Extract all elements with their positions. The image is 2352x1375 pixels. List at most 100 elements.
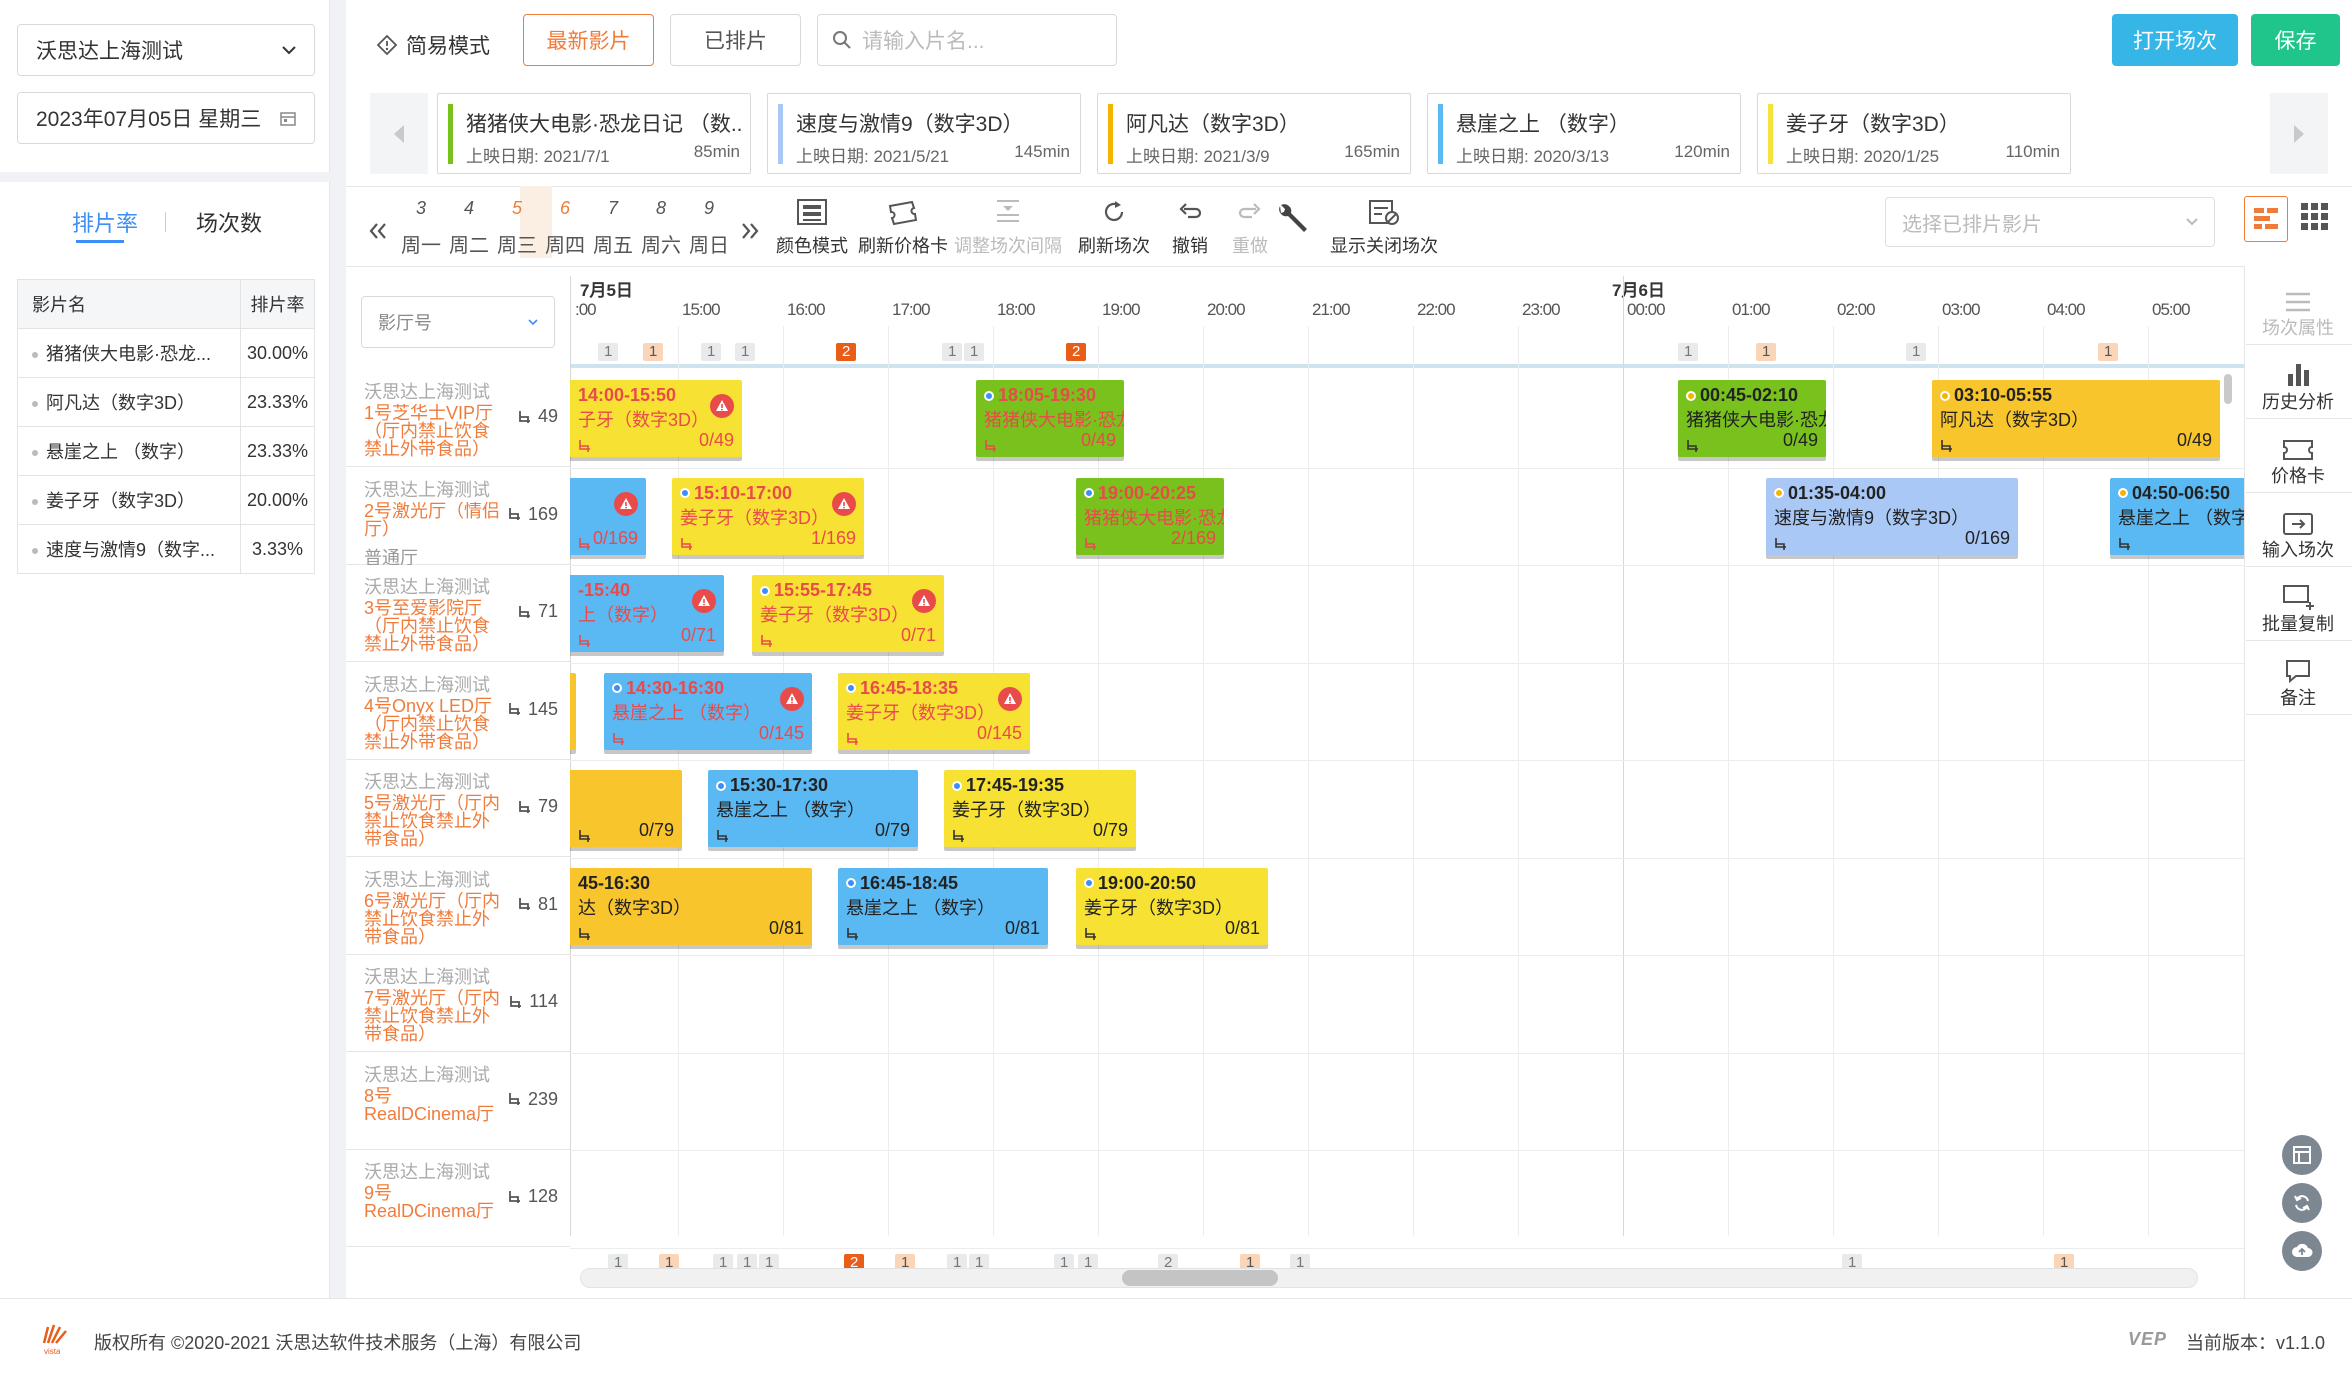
history-analysis-item[interactable]: 历史分析 [2244, 350, 2352, 414]
footer: vista 版权所有 ©2020-2021 沃思达软件技术服务（上海）有限公司 … [0, 1298, 2352, 1375]
hall-name[interactable]: 7号激光厅（厅内禁止饮食禁止外带食品） [364, 989, 504, 1047]
hall-name[interactable]: 6号激光厅（厅内禁止饮食禁止外带食品） [364, 892, 504, 950]
session-attr-item[interactable]: 场次属性 [2244, 276, 2352, 340]
hall-name[interactable]: 9号RealDCinema厅 [364, 1184, 504, 1242]
time-label: 17:00 [892, 300, 931, 319]
session-block[interactable] [570, 672, 576, 750]
carousel-prev-button[interactable] [370, 93, 428, 174]
day-5[interactable]: 5 周三 [493, 198, 541, 258]
layout-button[interactable] [2282, 1135, 2322, 1175]
day-7[interactable]: 7 周五 [589, 198, 637, 258]
seat-icon [612, 730, 626, 745]
wrench-icon[interactable] [1274, 202, 1310, 238]
batch-copy-item[interactable]: 批量复制 [2244, 572, 2352, 636]
latest-movies-button[interactable]: 最新影片 [523, 14, 654, 66]
session-block[interactable]: 19:00-20:25 猪猪侠大电影·恐龙 2/169 [1076, 477, 1224, 555]
session-block[interactable]: 01:35-04:00 速度与激情9（数字3D） 0/169 [1766, 477, 2018, 555]
time-label: 15:00 [682, 300, 721, 319]
refresh-session-tool[interactable]: 刷新场次 [1078, 192, 1150, 258]
session-block[interactable]: 15:55-17:45 姜子牙（数字3D） 0/71 [752, 575, 944, 652]
redo-tool[interactable]: 重做 [1232, 192, 1268, 258]
remark-item[interactable]: 备注 [2244, 646, 2352, 710]
adjust-gap-tool[interactable]: 调整场次间隔 [954, 192, 1062, 258]
color-mode-tool[interactable]: 颜色模式 [776, 192, 848, 258]
movie-card[interactable]: 悬崖之上 （数字） 上映日期: 2020/3/13 120min [1427, 93, 1741, 174]
session-movie: 姜子牙（数字3D） [846, 702, 996, 723]
session-block[interactable]: 16:45-18:45 悬崖之上 （数字） 0/81 [838, 867, 1048, 945]
hall-name[interactable]: 1号芝华士VIP厅（厅内禁止饮食禁止外带食品） [364, 404, 504, 462]
hall-filter-select[interactable]: 影厅号 [361, 296, 555, 348]
col-movie-name: 影片名 [17, 279, 241, 329]
session-block[interactable]: 03:10-05:55 阿凡达（数字3D） 0/49 [1932, 380, 2220, 457]
next-week-icon[interactable] [740, 222, 760, 240]
grid-row [570, 565, 2246, 566]
session-block[interactable]: 19:00-20:50 姜子牙（数字3D） 0/81 [1076, 867, 1268, 945]
price-card-item[interactable]: 价格卡 [2244, 424, 2352, 488]
day-6[interactable]: 6 周四 [541, 198, 589, 258]
day-9[interactable]: 9 周日 [685, 198, 733, 258]
session-block[interactable]: 15:30-17:30 悬崖之上 （数字） 0/79 [708, 770, 918, 847]
session-count-badge: 1 [598, 343, 619, 361]
scheduled-button[interactable]: 已排片 [670, 14, 801, 66]
hall-seat-count: 49 [537, 406, 558, 426]
session-block[interactable]: -15:40 上（数字） 0/71 [570, 575, 724, 652]
session-block[interactable]: 00:45-02:10 猪猪侠大电影·恐龙 0/49 [1678, 380, 1826, 457]
scheduled-movie-select[interactable]: 选择已排片影片 [1885, 197, 2215, 247]
day-4[interactable]: 4 周二 [445, 198, 493, 258]
hall-name[interactable]: 8号RealDCinema厅 [364, 1087, 504, 1145]
movie-card[interactable]: 速度与激情9（数字3D） 上映日期: 2021/5/21 145min [767, 93, 1081, 174]
session-block[interactable]: 04:50-06:50 悬崖之上 （数字） [2110, 477, 2250, 555]
input-session-item[interactable]: 输入场次 [2244, 498, 2352, 562]
day-3[interactable]: 3 周一 [397, 198, 445, 258]
session-block[interactable]: 15:10-17:00 姜子牙（数字3D） 1/169 [672, 477, 864, 555]
cloud-upload-button[interactable] [2282, 1231, 2322, 1271]
session-count-badge: 1 [735, 343, 756, 361]
undo-label: 撤销 [1172, 236, 1208, 256]
movie-card[interactable]: 猪猪侠大电影·恐龙日记 （数... 上映日期: 2021/7/1 85min [437, 93, 751, 174]
movie-card[interactable]: 阿凡达（数字3D） 上映日期: 2021/3/9 165min [1097, 93, 1411, 174]
tab-rate[interactable]: 排片率 [72, 206, 138, 238]
session-block[interactable]: 14:00-15:50 子牙（数字3D） 0/49 [570, 380, 742, 457]
undo-tool[interactable]: 撤销 [1172, 192, 1208, 258]
hall-name[interactable]: 3号至爱影院厅（厅内禁止饮食禁止外带食品） [364, 599, 504, 657]
chevron-left-icon [392, 123, 406, 145]
simple-mode-toggle[interactable]: 简易模式 [376, 30, 490, 60]
grid-view-icon[interactable] [2300, 202, 2330, 232]
hall-name[interactable]: 5号激光厅（厅内禁止饮食禁止外带食品） [364, 794, 504, 852]
session-block[interactable]: 0/169 [570, 477, 646, 555]
sync-button[interactable] [2282, 1183, 2322, 1223]
status-dot-icon [1774, 488, 1784, 498]
tab-session-count[interactable]: 场次数 [196, 206, 262, 238]
horizontal-scrollbar[interactable] [580, 1268, 2198, 1288]
prev-week-icon[interactable] [368, 222, 388, 240]
movie-card[interactable]: 姜子牙（数字3D） 上映日期: 2020/1/25 110min [1757, 93, 2071, 174]
save-button[interactable]: 保存 [2251, 14, 2340, 66]
hall-seats: 145 [507, 699, 558, 720]
timeline-view-button[interactable] [2244, 196, 2288, 242]
refresh-price-tool[interactable]: 刷新价格卡 [858, 192, 948, 258]
session-movie: 悬崖之上 （数字） [846, 897, 996, 918]
search-icon [832, 30, 852, 50]
day-weekday: 周五 [593, 235, 633, 257]
session-block[interactable]: 16:45-18:35 姜子牙（数字3D） 0/145 [838, 672, 1030, 750]
carousel-next-button[interactable] [2270, 93, 2328, 174]
date-picker[interactable]: 2023年07月05日 星期三 [17, 92, 315, 144]
hall-name[interactable]: 4号Onyx LED厅（厅内禁止饮食禁止外带食品） [364, 697, 504, 755]
session-time: 15:10-17:00 [680, 483, 792, 504]
cinema-select[interactable]: 沃思达上海测试 [17, 24, 315, 76]
search-input[interactable]: 请输入片名... [817, 14, 1117, 66]
hall-seat-count: 239 [527, 1088, 558, 1109]
vertical-scrollbar-thumb[interactable] [2224, 374, 2232, 404]
day-8[interactable]: 8 周六 [637, 198, 685, 258]
session-block[interactable]: 18:05-19:30 猪猪侠大电影·恐龙 0/49 [976, 380, 1124, 457]
open-sessions-button[interactable]: 打开场次 [2112, 14, 2238, 66]
show-closed-tool[interactable]: 显示关闭场次 [1330, 192, 1438, 258]
session-block[interactable]: 14:30-16:30 悬崖之上 （数字） 0/145 [604, 672, 812, 750]
session-block[interactable]: 0/79 [570, 770, 682, 847]
comment-icon [2244, 646, 2352, 684]
session-block[interactable]: 17:45-19:35 姜子牙（数字3D） 0/79 [944, 770, 1136, 847]
scrollbar-thumb[interactable] [1122, 1270, 1278, 1286]
rate-value: 23.33% [240, 426, 315, 476]
session-block[interactable]: 45-16:30 达（数字3D） 0/81 [570, 867, 812, 945]
session-movie: 上（数字） [578, 605, 668, 625]
